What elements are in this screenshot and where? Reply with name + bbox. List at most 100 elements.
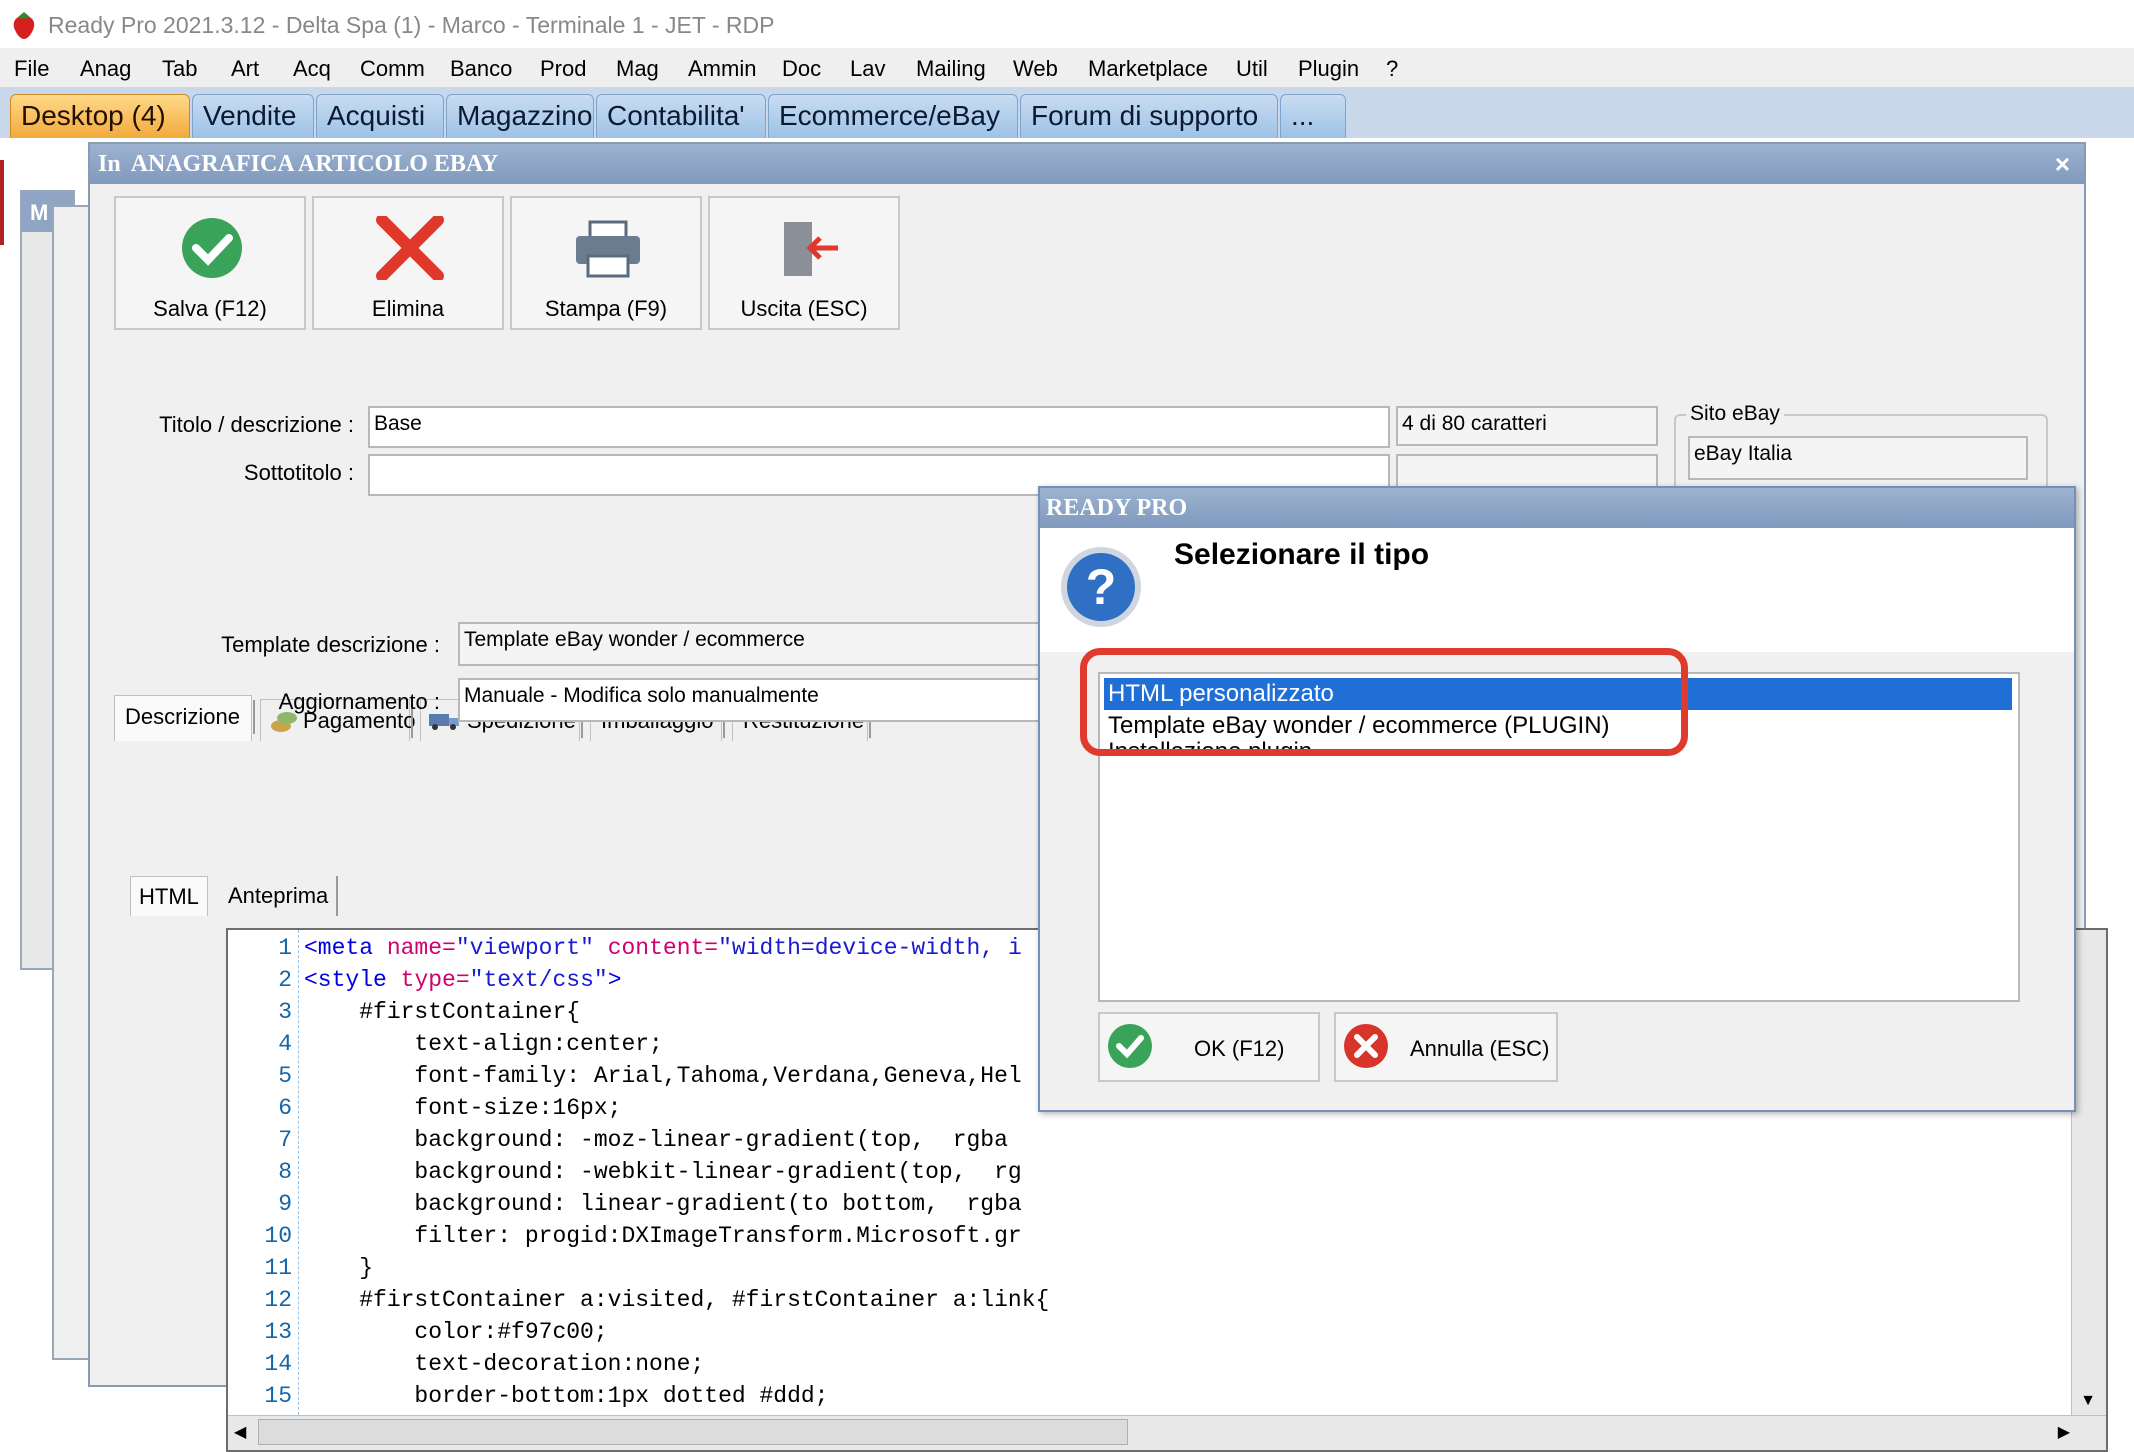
exit-button[interactable]: Uscita (ESC) xyxy=(708,196,900,330)
line-number: 8 xyxy=(278,1159,292,1185)
menu-art[interactable]: Art xyxy=(231,56,259,82)
menu-tab[interactable]: Tab xyxy=(162,56,197,82)
ebay-site-select[interactable]: eBay Italia xyxy=(1688,436,2028,480)
code-text: text-decoration:none; xyxy=(304,1351,705,1377)
delete-button-label: Elimina xyxy=(371,296,445,321)
update-select[interactable]: Manuale - Modifica solo manualmente xyxy=(458,678,1058,722)
subtab-html[interactable]: HTML xyxy=(130,876,208,916)
save-button[interactable]: Salva (F12) xyxy=(114,196,306,330)
menu-ammin[interactable]: Ammin xyxy=(688,56,756,82)
code-text: color:#f97c00; xyxy=(304,1319,608,1345)
tab-ecommerce-ebay[interactable]: Ecommerce/eBay xyxy=(768,94,1018,138)
line-number: 1 xyxy=(278,935,292,961)
delete-x-icon xyxy=(376,216,444,280)
title-input[interactable]: Base xyxy=(368,406,1390,448)
background-window-1-title: M xyxy=(30,200,49,225)
horizontal-scroll-thumb[interactable] xyxy=(258,1419,1128,1445)
line-number: 3 xyxy=(278,999,292,1025)
menu-help[interactable]: ? xyxy=(1386,56,1398,82)
dialog-title[interactable]: READY PRO xyxy=(1040,488,2074,528)
code-text: #firstContainer{ xyxy=(304,999,581,1025)
desktop-tab-bar: Desktop (4) Vendite Acquisti Magazzino C… xyxy=(0,88,2134,138)
line-number: 2 xyxy=(278,967,292,993)
code-text: background: -webkit-linear-gradient(top,… xyxy=(304,1159,1022,1185)
svg-text:?: ? xyxy=(1086,559,1117,615)
menu-marketplace[interactable]: Marketplace xyxy=(1088,56,1208,82)
strawberry-icon xyxy=(13,12,35,39)
dialog-heading: Selezionare il tipo xyxy=(1174,538,1430,571)
code-text: background: -moz-linear-gradient(top, rg… xyxy=(304,1127,1008,1153)
line-number: 14 xyxy=(264,1351,292,1377)
menu-banco[interactable]: Banco xyxy=(450,56,512,82)
code-text: font-family: Arial,Tahoma,Verdana,Geneva… xyxy=(304,1063,1022,1089)
question-icon: ? xyxy=(1061,547,1141,627)
print-button[interactable]: Stampa (F9) xyxy=(510,196,702,330)
menu-anag[interactable]: Anag xyxy=(80,56,131,82)
tab-more[interactable]: ... xyxy=(1280,94,1346,138)
code-text: #firstContainer a:visited, #firstContain… xyxy=(304,1287,1050,1313)
menu-mailing[interactable]: Mailing xyxy=(916,56,986,82)
ok-button-label: OK (F12) xyxy=(1194,1036,1285,1061)
menu-web[interactable]: Web xyxy=(1013,56,1058,82)
background-window-title-prefix: In xyxy=(98,151,121,177)
exit-button-label: Uscita (ESC) xyxy=(740,296,868,321)
code-text: filter: progid:DXImageTransform.Microsof… xyxy=(304,1223,1022,1249)
update-label: Aggiornamento : xyxy=(278,689,440,714)
checkmark-icon xyxy=(182,218,242,278)
vertical-scrollbar[interactable]: ▼ xyxy=(2071,930,2106,1420)
horizontal-scrollbar[interactable]: ◀ ▶ xyxy=(228,1415,2106,1450)
code-text: background: linear-gradient(to bottom, r… xyxy=(304,1191,1022,1217)
title-label: Titolo / descrizione : xyxy=(159,412,354,437)
menu-comm[interactable]: Comm xyxy=(360,56,425,82)
code-text: text-align:center; xyxy=(304,1031,663,1057)
line-number: 5 xyxy=(278,1063,292,1089)
article-window-title-bar[interactable]: In ANAGRAFICA ARTICOLO EBAY xyxy=(90,144,2084,184)
line-number: 12 xyxy=(264,1287,292,1313)
exit-door-icon xyxy=(784,222,838,276)
ok-button[interactable]: OK (F12) xyxy=(1098,1012,1320,1082)
ebay-site-group-label: Sito eBay xyxy=(1686,402,1784,426)
app-title: Ready Pro 2021.3.12 - Delta Spa (1) - Ma… xyxy=(48,12,775,38)
line-number: 6 xyxy=(278,1095,292,1121)
code-text: font-size:16px; xyxy=(304,1095,622,1121)
char-count: 4 di 80 caratteri xyxy=(1396,406,1658,446)
code-text: } xyxy=(304,1255,374,1281)
code-text: <meta name="viewport" content="width=dev… xyxy=(304,935,1022,961)
side-accent xyxy=(0,160,4,245)
menu-doc[interactable]: Doc xyxy=(782,56,821,82)
cancel-button[interactable]: Annulla (ESC) xyxy=(1334,1012,1558,1082)
line-number: 15 xyxy=(264,1383,292,1409)
menu-plugin[interactable]: Plugin xyxy=(1298,56,1359,82)
tab-forum-supporto[interactable]: Forum di supporto xyxy=(1020,94,1278,138)
tab-contabilita[interactable]: Contabilita' xyxy=(596,94,766,138)
tab-vendite[interactable]: Vendite xyxy=(192,94,314,138)
menu-bar: File Anag Tab Art Acq Comm Banco Prod Ma… xyxy=(0,48,2134,88)
print-button-label: Stampa (F9) xyxy=(544,296,668,321)
template-select[interactable]: Template eBay wonder / ecommerce xyxy=(458,622,1058,666)
menu-file[interactable]: File xyxy=(14,56,49,82)
scroll-right-icon[interactable]: ▶ xyxy=(2058,1422,2070,1442)
cancel-icon xyxy=(1344,1024,1388,1068)
tab-desktop[interactable]: Desktop (4) xyxy=(10,94,190,138)
subtitle-label: Sottotitolo : xyxy=(243,460,354,485)
line-number: 9 xyxy=(278,1191,292,1217)
window-title-bar: Ready Pro 2021.3.12 - Delta Spa (1) - Ma… xyxy=(0,0,2134,48)
tab-magazzino[interactable]: Magazzino xyxy=(446,94,594,138)
menu-util[interactable]: Util xyxy=(1236,56,1268,82)
code-text: border-bottom:1px dotted #ddd; xyxy=(304,1383,829,1409)
tab-acquisti[interactable]: Acquisti xyxy=(316,94,444,138)
annotation-highlight xyxy=(1080,648,1688,756)
scroll-down-icon[interactable]: ▼ xyxy=(2076,1392,2100,1416)
subtab-anteprima[interactable]: Anteprima xyxy=(220,876,339,916)
delete-button[interactable]: Elimina xyxy=(312,196,504,330)
line-number: 7 xyxy=(278,1127,292,1153)
menu-acq[interactable]: Acq xyxy=(293,56,331,82)
code-text: <style type="text/css"> xyxy=(304,967,622,993)
scroll-left-icon[interactable]: ◀ xyxy=(234,1422,246,1442)
menu-mag[interactable]: Mag xyxy=(616,56,659,82)
menu-lav[interactable]: Lav xyxy=(850,56,885,82)
menu-prod[interactable]: Prod xyxy=(540,56,586,82)
printer-icon xyxy=(576,220,640,278)
cancel-button-label: Annulla (ESC) xyxy=(1410,1036,1550,1061)
close-icon[interactable]: × xyxy=(2055,149,2070,180)
